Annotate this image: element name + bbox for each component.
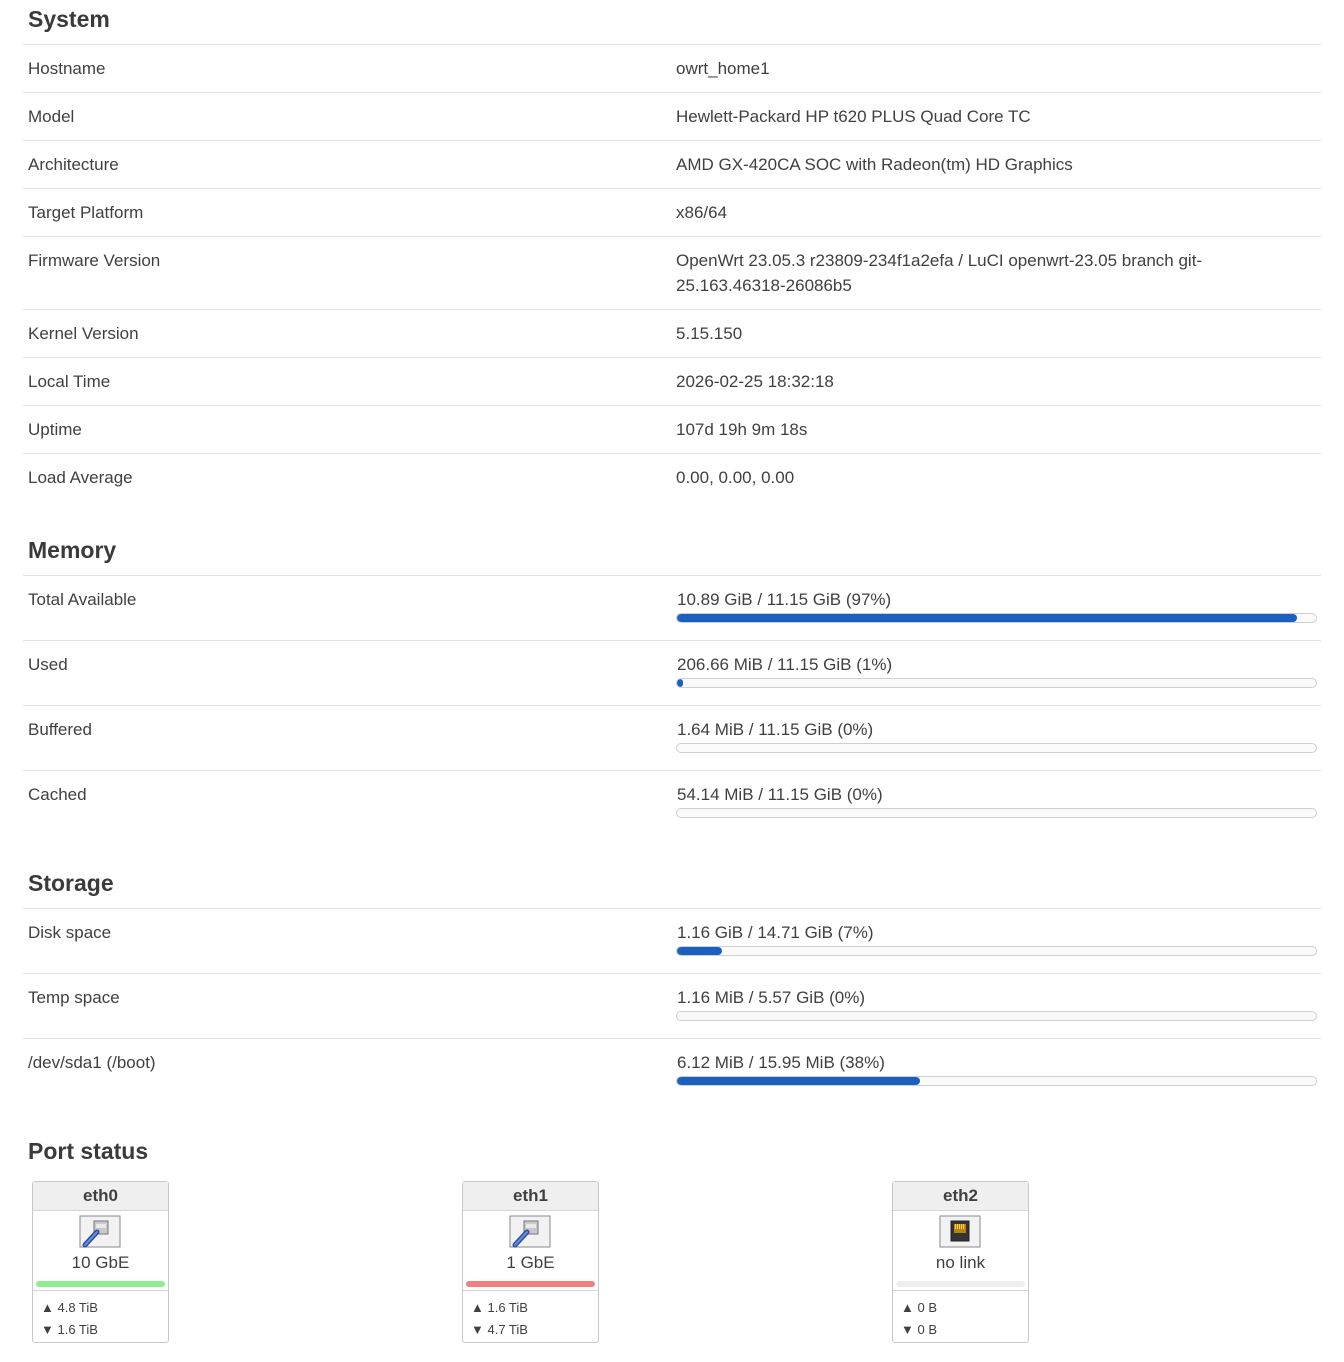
table-row: Kernel Version 5.15.150 xyxy=(23,309,1321,357)
storage-table: Disk space 1.16 GiB / 14.71 GiB (7%) Tem… xyxy=(23,908,1321,1103)
port-speed: no link xyxy=(935,1253,986,1272)
row-value: x86/64 xyxy=(676,203,728,222)
port-traffic: ▲ 0 B ▼ 0 B xyxy=(893,1290,1028,1342)
progress-fill xyxy=(677,614,1297,622)
table-row: Disk space 1.16 GiB / 14.71 GiB (7%) xyxy=(23,908,1321,973)
row-label: Local Time xyxy=(28,372,111,391)
ethernet-port-disconnected-icon xyxy=(939,1215,981,1248)
row-value: OpenWrt 23.05.3 r23809-234f1a2efa / LuCI… xyxy=(676,251,1203,295)
row-label: Disk space xyxy=(28,923,112,942)
row-value: owrt_home1 xyxy=(676,59,770,78)
row-value: AMD GX-420CA SOC with Radeon(tm) HD Grap… xyxy=(676,155,1073,174)
row-label: /dev/sda1 (/boot) xyxy=(28,1053,156,1072)
storage-value: 1.16 MiB / 5.57 GiB (0%) xyxy=(677,988,866,1007)
port-status-section-title: Port status xyxy=(28,1138,149,1164)
memory-value: 1.64 MiB / 11.15 GiB (0%) xyxy=(677,720,874,739)
row-label: Load Average xyxy=(28,468,133,487)
table-row: Total Available 10.89 GiB / 11.15 GiB (9… xyxy=(23,575,1321,640)
table-row: Hostname owrt_home1 xyxy=(23,44,1321,92)
port-name: eth2 xyxy=(893,1182,1028,1211)
row-value: 0.00, 0.00, 0.00 xyxy=(676,468,795,487)
storage-value: 6.12 MiB / 15.95 MiB (38%) xyxy=(677,1053,885,1072)
table-row: Cached 54.14 MiB / 11.15 GiB (0%) xyxy=(23,770,1321,835)
port-name: eth1 xyxy=(463,1182,598,1211)
row-value: Hewlett-Packard HP t620 PLUS Quad Core T… xyxy=(676,107,1031,126)
system-section-title: System xyxy=(28,6,110,32)
rx-bytes: ▼ 0 B xyxy=(901,1322,937,1337)
status-overview-page: System Hostname owrt_home1 Model Hewlett… xyxy=(0,0,1344,1362)
table-row: Uptime 107d 19h 9m 18s xyxy=(23,405,1321,453)
storage-section-title: Storage xyxy=(28,870,114,896)
row-label: Target Platform xyxy=(28,203,144,222)
memory-value: 54.14 MiB / 11.15 GiB (0%) xyxy=(677,785,883,804)
tx-bytes: ▲ 1.6 TiB xyxy=(471,1300,528,1315)
progress-bar xyxy=(676,743,1317,753)
progress-bar xyxy=(676,1011,1317,1021)
row-label: Cached xyxy=(28,785,87,804)
port-speed: 10 GbE xyxy=(71,1253,130,1272)
memory-value: 206.66 MiB / 11.15 GiB (1%) xyxy=(677,655,893,674)
rx-bytes: ▼ 4.7 TiB xyxy=(471,1322,528,1337)
tx-bytes: ▲ 0 B xyxy=(901,1300,937,1315)
progress-bar xyxy=(676,613,1317,623)
storage-value: 1.16 GiB / 14.71 GiB (7%) xyxy=(677,923,874,942)
memory-value: 10.89 GiB / 11.15 GiB (97%) xyxy=(677,590,892,609)
table-row: Temp space 1.16 MiB / 5.57 GiB (0%) xyxy=(23,973,1321,1038)
progress-fill xyxy=(677,947,722,955)
table-row: Target Platform x86/64 xyxy=(23,188,1321,236)
table-row: Local Time 2026-02-25 18:32:18 xyxy=(23,357,1321,405)
row-label: Hostname xyxy=(28,59,106,78)
row-value: 2026-02-25 18:32:18 xyxy=(676,372,834,391)
row-label: Uptime xyxy=(28,420,82,439)
row-label: Buffered xyxy=(28,720,92,739)
link-status-bar xyxy=(36,1281,165,1287)
port-card-eth1: eth1 1 GbE ▲ 1.6 TiB ▼ 4.7 TiB xyxy=(462,1181,599,1343)
port-speed: 1 GbE xyxy=(506,1253,555,1272)
rx-bytes: ▼ 1.6 TiB xyxy=(41,1322,98,1337)
port-traffic: ▲ 4.8 TiB ▼ 1.6 TiB xyxy=(33,1290,168,1342)
ethernet-connected-icon xyxy=(79,1215,121,1248)
link-status-bar xyxy=(896,1281,1025,1287)
port-traffic: ▲ 1.6 TiB ▼ 4.7 TiB xyxy=(463,1290,598,1342)
progress-bar xyxy=(676,1076,1317,1086)
memory-table: Total Available 10.89 GiB / 11.15 GiB (9… xyxy=(23,575,1321,835)
table-row: Buffered 1.64 MiB / 11.15 GiB (0%) xyxy=(23,705,1321,770)
progress-bar xyxy=(676,946,1317,956)
row-label: Total Available xyxy=(28,590,137,609)
ethernet-connected-icon xyxy=(509,1215,551,1248)
row-label: Kernel Version xyxy=(28,324,139,343)
system-table: Hostname owrt_home1 Model Hewlett-Packar… xyxy=(23,44,1321,501)
progress-bar xyxy=(676,678,1317,688)
progress-fill xyxy=(677,679,684,687)
table-row: Architecture AMD GX-420CA SOC with Radeo… xyxy=(23,140,1321,188)
progress-fill xyxy=(677,1077,920,1085)
row-value: 107d 19h 9m 18s xyxy=(676,420,808,439)
tx-bytes: ▲ 4.8 TiB xyxy=(41,1300,98,1315)
row-value: 5.15.150 xyxy=(676,324,743,343)
table-row: Used 206.66 MiB / 11.15 GiB (1%) xyxy=(23,640,1321,705)
table-row: Model Hewlett-Packard HP t620 PLUS Quad … xyxy=(23,92,1321,140)
progress-bar xyxy=(676,808,1317,818)
row-label: Architecture xyxy=(28,155,119,174)
table-row: Load Average 0.00, 0.00, 0.00 xyxy=(23,453,1321,501)
row-label: Firmware Version xyxy=(28,251,161,270)
row-label: Temp space xyxy=(28,988,120,1007)
link-status-bar xyxy=(466,1281,595,1287)
row-label: Used xyxy=(28,655,68,674)
row-label: Model xyxy=(28,107,75,126)
port-name: eth0 xyxy=(33,1182,168,1211)
memory-section-title: Memory xyxy=(28,537,117,563)
table-row: Firmware Version OpenWrt 23.05.3 r23809-… xyxy=(23,236,1321,309)
port-card-eth0: eth0 10 GbE ▲ 4.8 TiB ▼ 1.6 TiB xyxy=(32,1181,169,1343)
port-card-eth2: eth2 no link ▲ 0 B ▼ 0 B xyxy=(892,1181,1029,1343)
table-row: /dev/sda1 (/boot) 6.12 MiB / 15.95 MiB (… xyxy=(23,1038,1321,1103)
